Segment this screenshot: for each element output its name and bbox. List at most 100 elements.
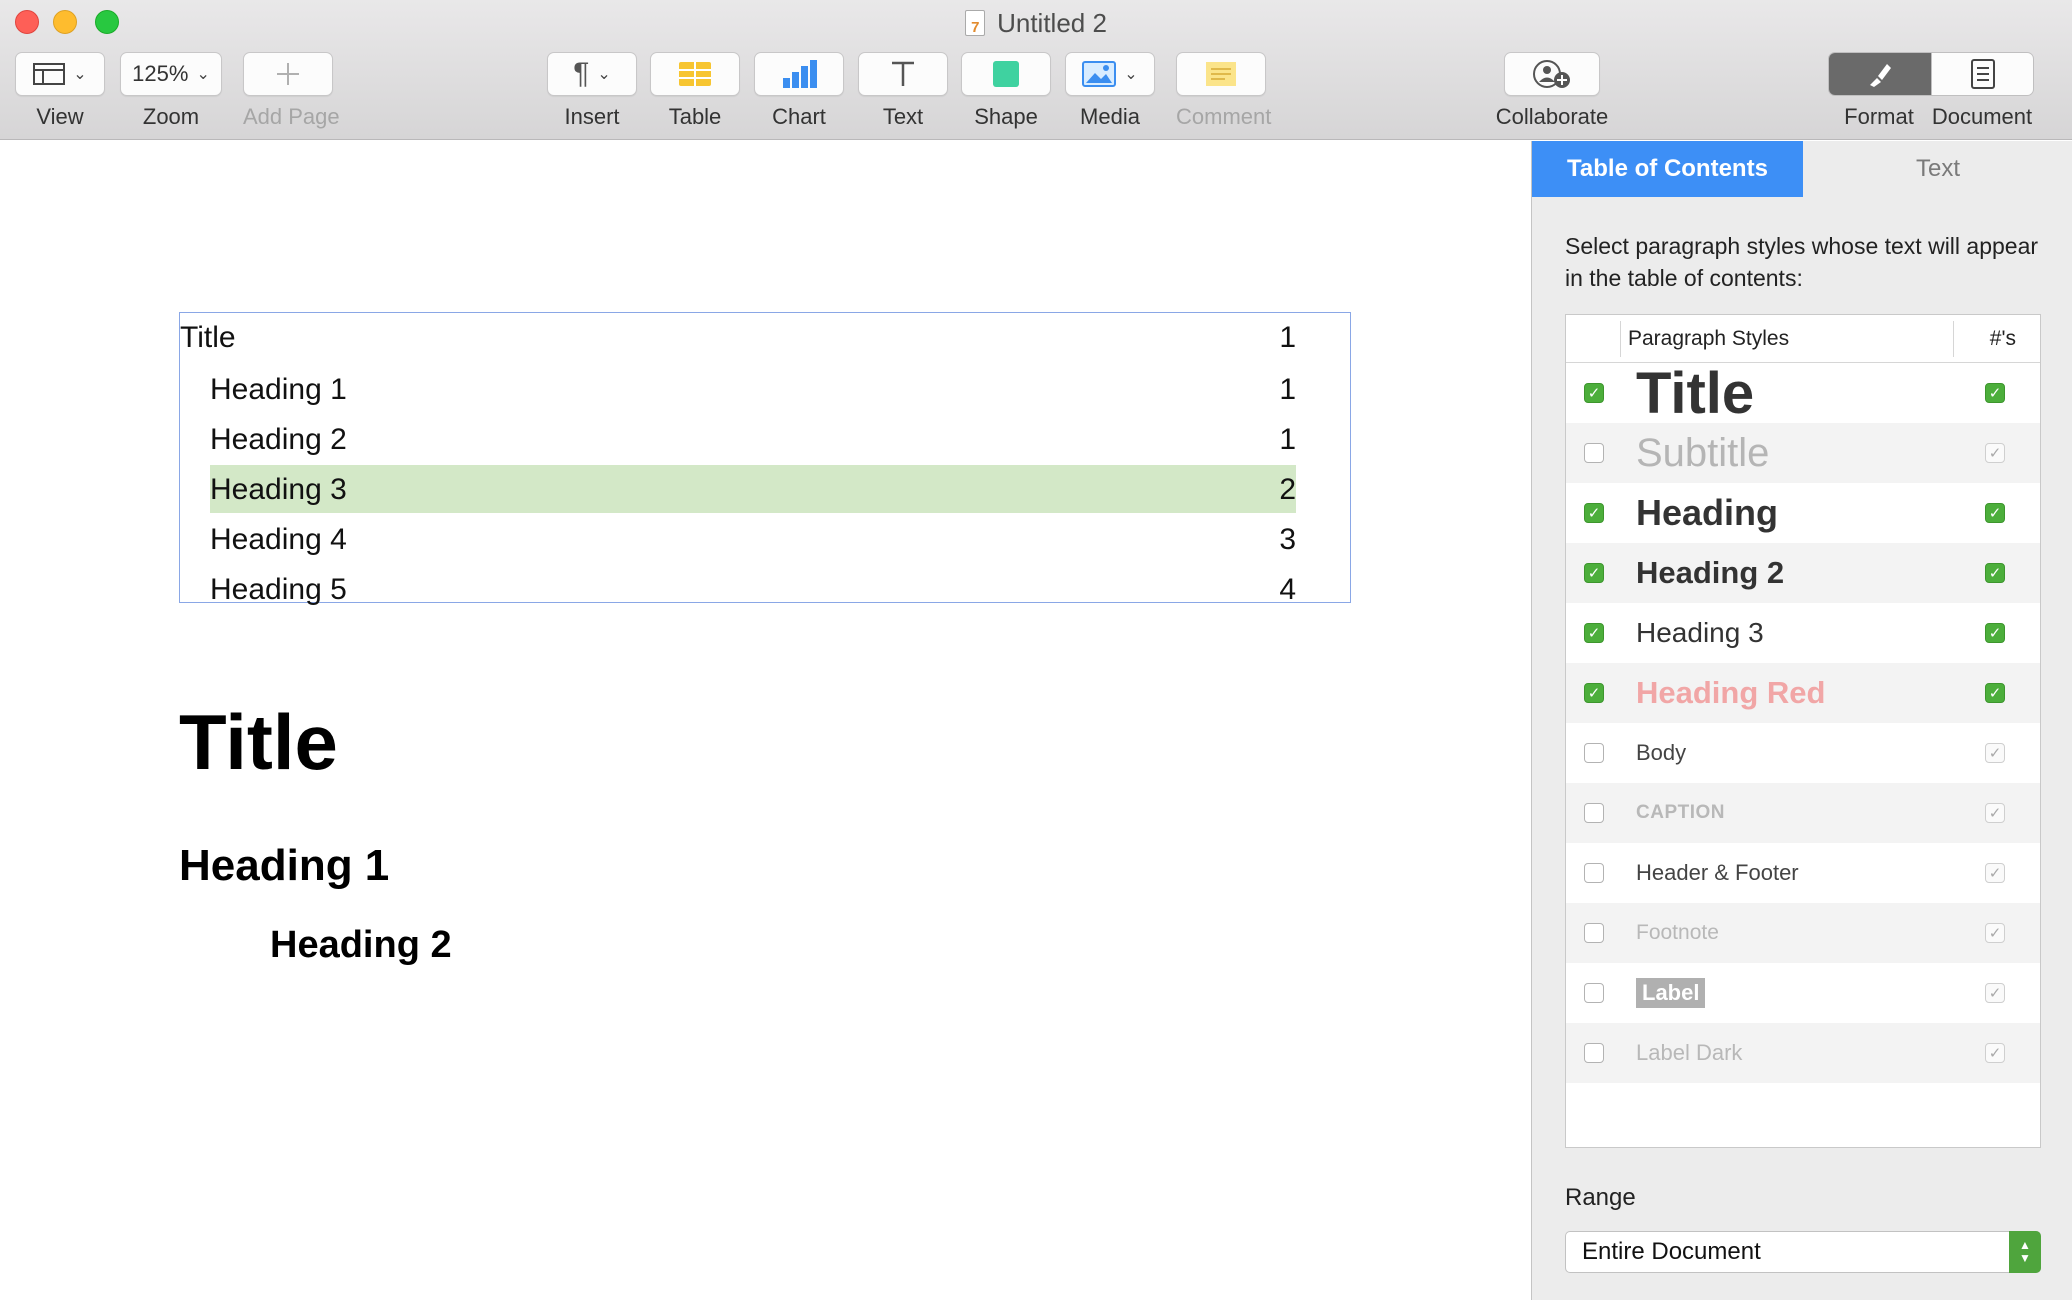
range-popup-button[interactable]: Entire Document ▲ ▼ bbox=[1565, 1231, 2041, 1273]
text-label: Text bbox=[882, 104, 924, 129]
page-numbers-checkbox[interactable]: ✓ bbox=[1985, 743, 2005, 763]
page-numbers-checkbox[interactable]: ✓ bbox=[1985, 923, 2005, 943]
toc-entry[interactable]: Heading 1 1 bbox=[210, 365, 1296, 413]
style-name: Label bbox=[1636, 978, 1706, 1008]
media-label: Media bbox=[1080, 104, 1140, 129]
zoom-value: 125% bbox=[132, 61, 189, 86]
column-divider bbox=[1620, 321, 1621, 357]
page-numbers-checkbox[interactable]: ✓ bbox=[1985, 503, 2005, 523]
page-numbers-checkbox[interactable]: ✓ bbox=[1985, 623, 2005, 643]
window-title: Untitled 2 bbox=[997, 8, 1107, 38]
table-of-contents[interactable]: Title 1 Heading 1 1 Heading 2 1 Heading … bbox=[179, 312, 1351, 606]
text-box-button[interactable] bbox=[858, 52, 948, 96]
table-label: Table bbox=[668, 104, 722, 129]
collaborate-control: Collaborate bbox=[1496, 52, 1608, 130]
toc-entry-highlighted[interactable]: Heading 3 2 bbox=[210, 465, 1296, 513]
shape-button[interactable] bbox=[961, 52, 1051, 96]
include-checkbox[interactable] bbox=[1584, 443, 1604, 463]
toc-entry[interactable]: Title 1 bbox=[180, 313, 1296, 361]
style-name: Label Dark bbox=[1636, 1040, 1743, 1065]
page-numbers-checkbox[interactable]: ✓ bbox=[1985, 1043, 2005, 1063]
toc-entry-page: 1 bbox=[1279, 423, 1296, 456]
toc-entry-page: 4 bbox=[1279, 573, 1296, 606]
toc-entry[interactable]: Heading 2 1 bbox=[210, 415, 1296, 463]
include-checkbox[interactable]: ✓ bbox=[1584, 503, 1604, 523]
pilcrow-icon: ¶ bbox=[573, 57, 590, 90]
toc-entry-page: 1 bbox=[1279, 321, 1296, 354]
view-control: ⌄ View bbox=[15, 52, 105, 130]
bar-chart-icon bbox=[783, 60, 817, 88]
page-numbers-checkbox[interactable]: ✓ bbox=[1985, 683, 2005, 703]
add-page-button[interactable] bbox=[243, 52, 333, 96]
toc-instructions: Select paragraph styles whose text will … bbox=[1565, 233, 2039, 291]
format-label: Format bbox=[1844, 104, 1914, 129]
zoom-button[interactable]: 125% ⌄ bbox=[120, 52, 222, 96]
document-title[interactable]: Title bbox=[179, 697, 338, 788]
paragraph-styles-table: Paragraph Styles #'s ✓ Title ✓ Subtitle … bbox=[1565, 314, 2041, 1148]
document-canvas[interactable]: Title 1 Heading 1 1 Heading 2 1 Heading … bbox=[0, 141, 1531, 1300]
toc-entry[interactable]: Heading 5 4 bbox=[210, 565, 1296, 613]
include-checkbox[interactable] bbox=[1584, 983, 1604, 1003]
include-checkbox[interactable] bbox=[1584, 743, 1604, 763]
collaborate-label: Collaborate bbox=[1495, 104, 1609, 129]
media-control: ⌄ Media bbox=[1065, 52, 1155, 130]
style-name: Subtitle bbox=[1636, 430, 1770, 475]
up-down-arrows-icon: ▲ ▼ bbox=[2009, 1231, 2041, 1273]
page-numbers-checkbox[interactable]: ✓ bbox=[1985, 863, 2005, 883]
inspector-tabs: Table of Contents Text bbox=[1532, 141, 2072, 197]
square-shape-icon bbox=[993, 61, 1019, 87]
toc-entry-page: 3 bbox=[1279, 523, 1296, 556]
include-checkbox[interactable]: ✓ bbox=[1584, 683, 1604, 703]
media-button[interactable]: ⌄ bbox=[1065, 52, 1155, 96]
include-checkbox[interactable] bbox=[1584, 803, 1604, 823]
page-numbers-checkbox[interactable]: ✓ bbox=[1985, 563, 2005, 583]
style-row-heading-3: ✓ Heading 3 ✓ bbox=[1566, 603, 2040, 663]
insert-button[interactable]: ¶ ⌄ bbox=[547, 52, 637, 96]
add-page-control: Add Page bbox=[243, 52, 340, 130]
inspector-toggle: Format Document bbox=[1828, 52, 2034, 130]
document-heading-2[interactable]: Heading 2 bbox=[270, 924, 452, 967]
table-control: Table bbox=[650, 52, 740, 130]
style-name: Heading Red bbox=[1636, 675, 1826, 710]
include-checkbox[interactable]: ✓ bbox=[1584, 563, 1604, 583]
page-numbers-checkbox[interactable]: ✓ bbox=[1985, 983, 2005, 1003]
include-checkbox[interactable]: ✓ bbox=[1584, 623, 1604, 643]
include-checkbox[interactable]: ✓ bbox=[1584, 383, 1604, 403]
zoom-label: Zoom bbox=[142, 104, 200, 129]
toc-entry-text: Heading 5 bbox=[210, 573, 347, 606]
tab-table-of-contents[interactable]: Table of Contents bbox=[1532, 141, 1803, 197]
page-numbers-checkbox[interactable]: ✓ bbox=[1985, 383, 2005, 403]
plus-icon bbox=[277, 63, 299, 85]
style-name: Heading 3 bbox=[1636, 617, 1764, 648]
collaborate-button[interactable] bbox=[1504, 52, 1600, 96]
chart-control: Chart bbox=[754, 52, 844, 130]
view-label: View bbox=[36, 104, 84, 129]
document-heading-1[interactable]: Heading 1 bbox=[179, 841, 389, 891]
format-button[interactable] bbox=[1829, 53, 1931, 95]
toc-entry[interactable]: Heading 4 3 bbox=[210, 515, 1296, 563]
tab-text[interactable]: Text bbox=[1803, 141, 2072, 197]
style-row-heading-2: ✓ Heading 2 ✓ bbox=[1566, 543, 2040, 603]
style-row-footnote: Footnote ✓ bbox=[1566, 903, 2040, 963]
paintbrush-icon bbox=[1870, 64, 1891, 87]
document-button[interactable] bbox=[1931, 53, 2033, 95]
include-checkbox[interactable] bbox=[1584, 923, 1604, 943]
page-numbers-checkbox[interactable]: ✓ bbox=[1985, 443, 2005, 463]
comment-button[interactable] bbox=[1176, 52, 1266, 96]
styles-table-header: Paragraph Styles #'s bbox=[1566, 315, 2040, 363]
chart-button[interactable] bbox=[754, 52, 844, 96]
style-name: Body bbox=[1636, 740, 1687, 765]
page-numbers-checkbox[interactable]: ✓ bbox=[1985, 803, 2005, 823]
add-person-icon bbox=[1533, 60, 1570, 88]
style-name: Title bbox=[1636, 360, 1755, 426]
include-checkbox[interactable] bbox=[1584, 863, 1604, 883]
table-button[interactable] bbox=[650, 52, 740, 96]
chart-label: Chart bbox=[772, 104, 826, 129]
toc-entry-text: Heading 3 bbox=[210, 473, 347, 506]
chevron-down-icon: ⌄ bbox=[1124, 66, 1138, 83]
comment-control: Comment bbox=[1176, 52, 1271, 130]
view-button[interactable]: ⌄ bbox=[15, 52, 105, 96]
include-checkbox[interactable] bbox=[1584, 1043, 1604, 1063]
format-document-segmented-control bbox=[1828, 52, 2034, 96]
range-value: Entire Document bbox=[1582, 1238, 1761, 1265]
